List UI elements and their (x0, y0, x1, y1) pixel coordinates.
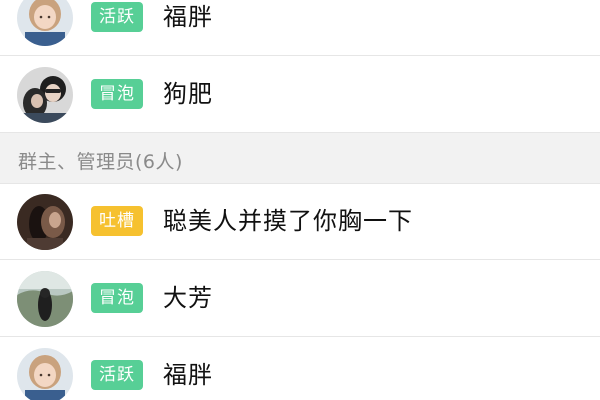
activity-badge: 吐槽 (91, 206, 143, 236)
member-row[interactable]: 冒泡 大芳 (0, 261, 600, 337)
section-title: 群主、管理员(6人) (18, 151, 183, 173)
member-row[interactable]: 活跃 福胖 (0, 338, 600, 400)
dark-portrait-avatar[interactable] (17, 194, 73, 250)
member-name: 福胖 (163, 361, 213, 389)
girl-portrait-avatar[interactable] (17, 348, 73, 400)
activity-badge: 活跃 (91, 2, 143, 32)
member-name: 狗肥 (163, 80, 213, 108)
admin-section-header: 群主、管理员(6人) (0, 133, 600, 184)
activity-badge: 冒泡 (91, 283, 143, 313)
member-name: 聪美人并摸了你胸一下 (163, 207, 413, 235)
member-name: 大芳 (163, 284, 213, 312)
member-list: 活跃 福胖 冒泡 狗肥 群主、管理员(6人) 吐槽 聪美人并摸了你胸一下 冒泡 … (0, 0, 600, 400)
couple-dark-avatar[interactable] (17, 67, 73, 123)
activity-badge: 冒泡 (91, 79, 143, 109)
member-row[interactable]: 冒泡 狗肥 (0, 57, 600, 133)
landscape-figure-avatar[interactable] (17, 271, 73, 327)
girl-portrait-avatar[interactable] (17, 0, 73, 46)
member-name: 福胖 (163, 3, 213, 31)
activity-badge: 活跃 (91, 360, 143, 390)
member-row[interactable]: 活跃 福胖 (0, 0, 600, 56)
member-row[interactable]: 吐槽 聪美人并摸了你胸一下 (0, 184, 600, 260)
